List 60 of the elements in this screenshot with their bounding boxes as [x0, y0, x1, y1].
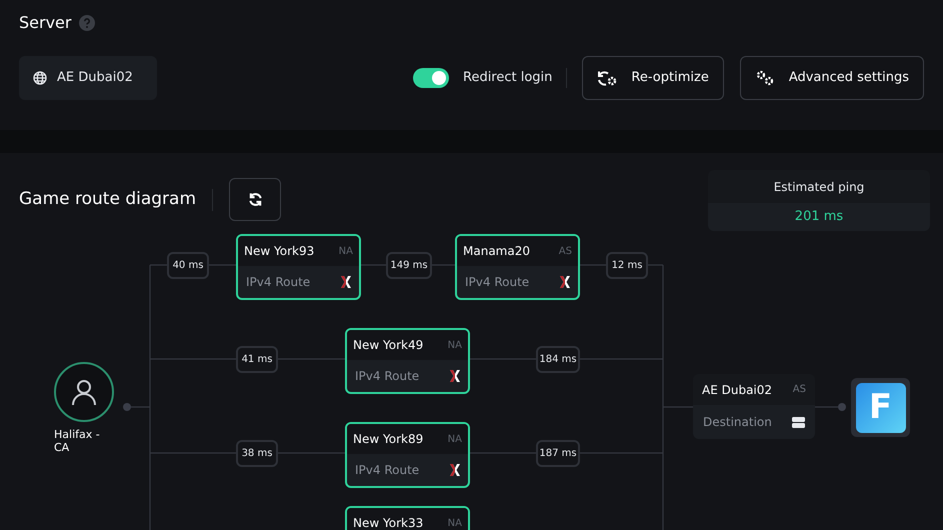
- server-icon: [792, 416, 805, 428]
- node-type: IPv4 Route: [355, 368, 420, 385]
- section-title: Game route diagram: [19, 188, 196, 211]
- connector-line: [278, 358, 345, 360]
- node-name: Manama20: [463, 243, 530, 260]
- toggle-switch[interactable]: [413, 68, 449, 88]
- gears-icon: [754, 70, 775, 86]
- latency-label: 184 ms: [536, 346, 580, 373]
- node-type: IPv4 Route: [465, 274, 530, 291]
- toggle-label: Redirect login: [463, 69, 552, 88]
- x-icon: [450, 464, 460, 476]
- latency-label: 38 ms: [236, 440, 278, 467]
- server-selector[interactable]: AE Dubai02: [19, 56, 157, 100]
- refresh-gear-icon: [597, 70, 618, 86]
- region-tag: AS: [558, 244, 572, 258]
- node-type: Destination: [703, 414, 772, 431]
- latency-label: 12 ms: [606, 252, 648, 279]
- region-tag: NA: [448, 432, 462, 446]
- node-type: IPv4 Route: [355, 462, 420, 479]
- region-tag: NA: [338, 244, 353, 258]
- x-icon: [560, 276, 570, 288]
- ping-value: 201 ms: [708, 203, 930, 231]
- person-icon: [70, 378, 98, 406]
- ping-label: Estimated ping: [708, 170, 930, 203]
- region-tag: NA: [448, 338, 462, 352]
- connector-line: [580, 264, 606, 266]
- x-icon: [341, 276, 351, 288]
- x-icon: [450, 370, 460, 382]
- route-node-card[interactable]: New York93 NA IPv4 Route: [236, 234, 361, 300]
- region-tag: NA: [448, 516, 462, 530]
- connector-line: [361, 264, 386, 266]
- route-node-card[interactable]: New York49 NA IPv4 Route: [345, 328, 470, 394]
- latency-label: 149 ms: [386, 252, 432, 279]
- node-name: New York33: [353, 515, 424, 530]
- globe-icon: [33, 71, 47, 85]
- reoptimize-button[interactable]: Re-optimize: [582, 56, 724, 100]
- route-node-card[interactable]: Manama20 AS IPv4 Route: [455, 234, 580, 300]
- connector-line: [209, 264, 236, 266]
- connector-line: [815, 406, 838, 408]
- refresh-button[interactable]: [229, 178, 282, 221]
- connector-line: [278, 452, 345, 454]
- refresh-icon: [248, 192, 263, 207]
- node-name: New York93: [244, 243, 314, 260]
- latency-label: 187 ms: [536, 440, 580, 467]
- connector-line: [432, 264, 455, 266]
- region-tag: AS: [792, 382, 806, 397]
- node-name: New York49: [353, 337, 424, 354]
- section-title: Server: [19, 12, 72, 34]
- route-node-card[interactable]: New York33 NA: [345, 506, 470, 530]
- game-logo: F: [856, 382, 906, 432]
- route-node-card[interactable]: New York89 NA IPv4 Route: [345, 422, 470, 488]
- connector-line: [470, 452, 536, 454]
- latency-label: 40 ms: [167, 252, 209, 279]
- node-type: IPv4 Route: [246, 274, 310, 291]
- connector-line: [470, 358, 536, 360]
- node-name: New York89: [353, 431, 424, 448]
- latency-label: 41 ms: [236, 346, 278, 373]
- origin-label: Halifax - CA: [54, 428, 101, 454]
- node-name: AE Dubai02: [702, 382, 772, 398]
- advanced-settings-button[interactable]: Advanced settings: [740, 56, 924, 100]
